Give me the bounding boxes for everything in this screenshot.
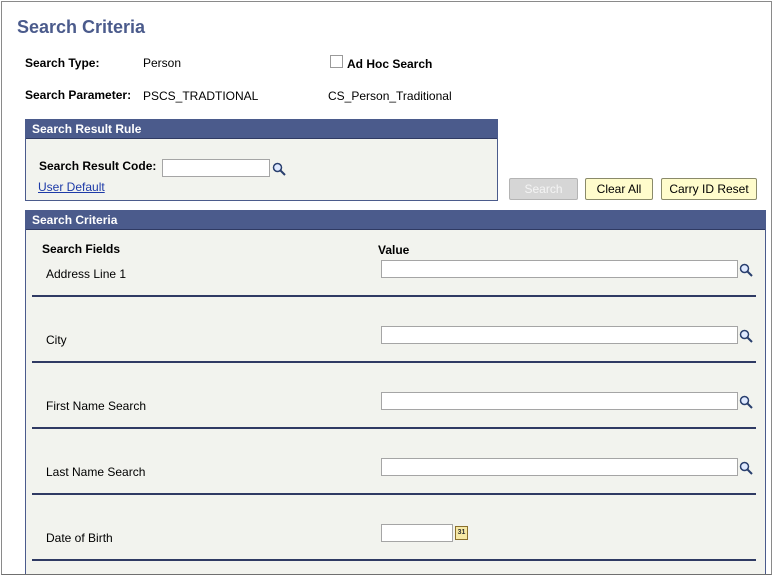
field-label-city: City <box>46 333 67 347</box>
search-result-rule-heading: Search Result Rule <box>26 120 497 139</box>
search-type-label: Search Type: <box>25 56 100 70</box>
search-param-desc: CS_Person_Traditional <box>328 89 452 103</box>
row-divider <box>32 493 756 495</box>
calendar-icon[interactable]: 31 <box>455 526 468 540</box>
page-title: Search Criteria <box>17 17 146 37</box>
carry-id-reset-button[interactable]: Carry ID Reset <box>661 178 757 200</box>
adhoc-label: Ad Hoc Search <box>347 57 433 71</box>
col-header-search-fields: Search Fields <box>42 242 121 256</box>
last-name-search-lookup-icon[interactable] <box>739 461 753 475</box>
clear-all-button[interactable]: Clear All <box>585 178 653 200</box>
page-frame: Search Criteria Search Type: Person Ad H… <box>1 1 772 575</box>
city-input[interactable] <box>381 326 738 344</box>
row-divider <box>32 559 756 561</box>
search-type-value: Person <box>143 56 182 70</box>
date-of-birth-input[interactable] <box>381 524 453 542</box>
row-divider <box>32 427 756 429</box>
field-label-date-of-birth: Date of Birth <box>46 531 113 545</box>
search-criteria-heading: Search Criteria <box>26 211 765 230</box>
search-result-rule-group: Search Result Rule Search Result Code: U… <box>25 119 498 201</box>
first-name-search-lookup-icon[interactable] <box>739 395 753 409</box>
row-divider <box>32 361 756 363</box>
col-header-value: Value <box>378 243 410 257</box>
search-param-value: PSCS_TRADTIONAL <box>143 89 259 103</box>
first-name-search-input[interactable] <box>381 392 738 410</box>
user-default-link[interactable]: User Default <box>38 180 105 194</box>
result-code-label: Search Result Code: <box>39 159 157 173</box>
adhoc-checkbox[interactable] <box>330 55 343 71</box>
result-code-input[interactable] <box>162 159 270 177</box>
row-divider <box>32 295 756 297</box>
field-label-address-line-1: Address Line 1 <box>46 267 127 281</box>
search-button[interactable]: Search <box>509 178 578 200</box>
search-param-label: Search Parameter: <box>25 88 132 102</box>
search-criteria-group: Search Criteria Search Fields Value Addr… <box>25 210 766 574</box>
address-line-1-input[interactable] <box>381 260 738 278</box>
field-label-last-name-search: Last Name Search <box>46 465 146 479</box>
result-code-lookup-icon[interactable] <box>272 162 286 176</box>
address-line-1-lookup-icon[interactable] <box>739 263 753 277</box>
last-name-search-input[interactable] <box>381 458 738 476</box>
city-lookup-icon[interactable] <box>739 329 753 343</box>
field-label-first-name-search: First Name Search <box>46 399 147 413</box>
